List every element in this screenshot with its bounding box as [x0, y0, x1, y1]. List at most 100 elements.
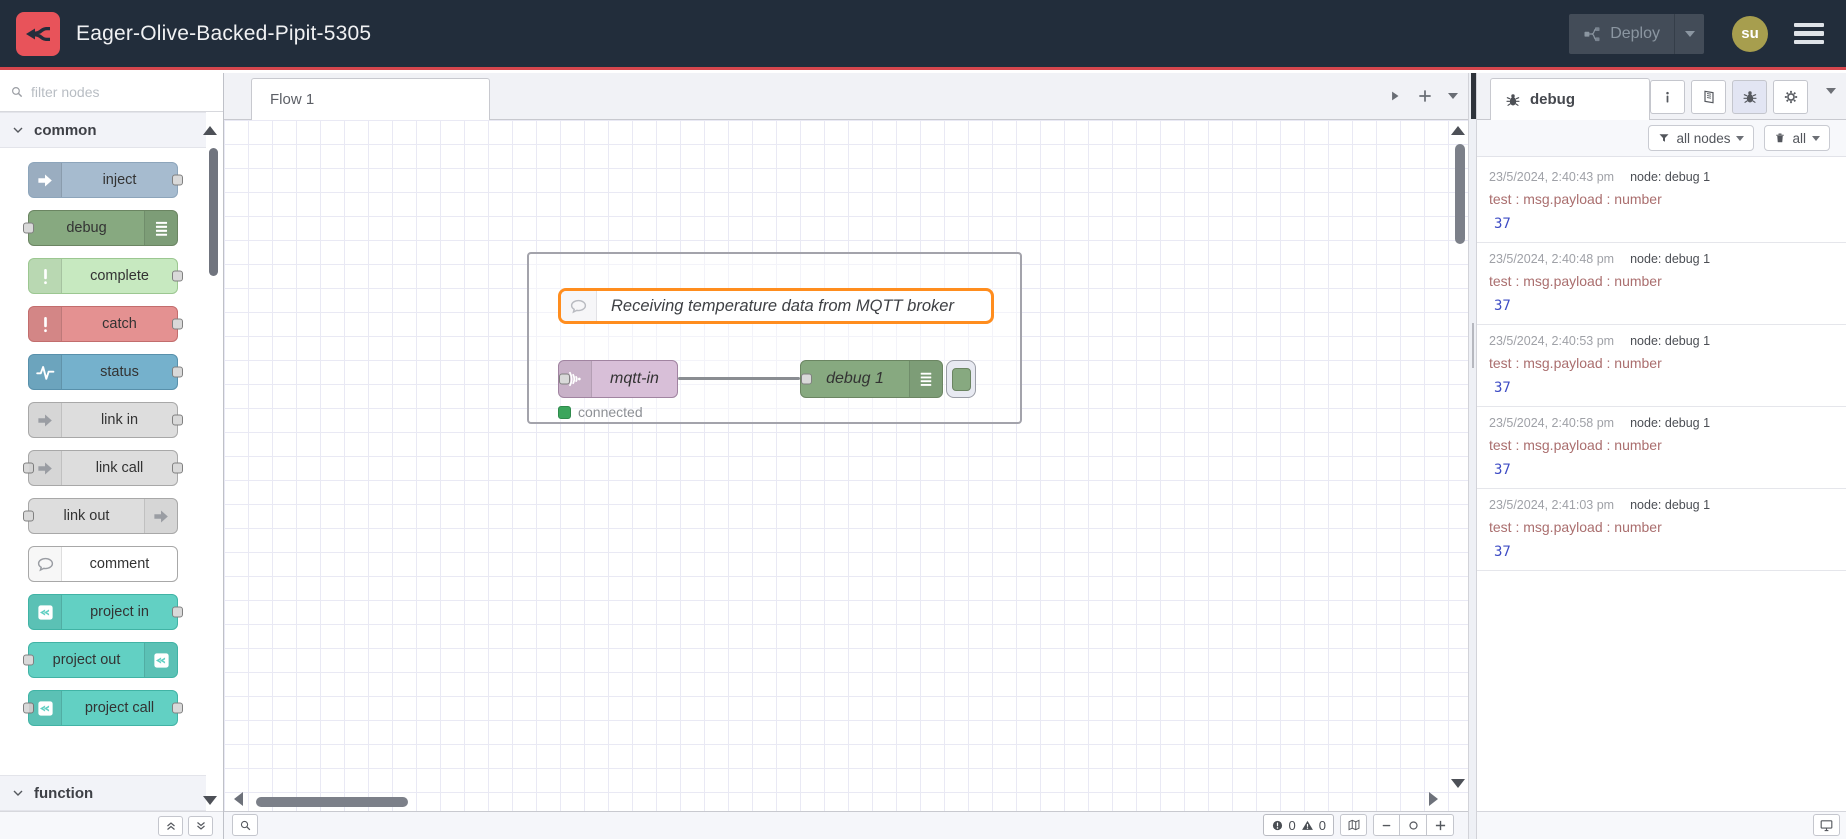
- debug-enable-toggle[interactable]: [946, 360, 976, 398]
- message-timestamp: 23/5/2024, 2:40:58 pm: [1489, 416, 1615, 430]
- palette-node[interactable]: link out: [23, 498, 178, 534]
- expand-all-icon: [195, 820, 207, 832]
- issue-counts[interactable]: 0 0: [1262, 814, 1334, 836]
- mqtt-node-label: mqtt-in: [610, 370, 659, 387]
- message-value: 37: [1494, 298, 1511, 314]
- sidebar-menu-button[interactable]: [1826, 88, 1836, 112]
- message-value: 37: [1494, 544, 1511, 560]
- user-avatar[interactable]: su: [1732, 15, 1768, 52]
- palette-node[interactable]: catch: [28, 306, 183, 342]
- palette-node-label: project out: [52, 652, 121, 668]
- canvas-scroll-left-arrow[interactable]: [234, 792, 243, 806]
- debug-message-list: 23/5/2024, 2:40:43 pm node: debug 1 test…: [1477, 157, 1846, 811]
- palette-node-label: link call: [95, 460, 144, 476]
- palette-node[interactable]: project in: [28, 594, 183, 630]
- navigator-button[interactable]: [1340, 814, 1367, 836]
- canvas-footer: 0 0: [224, 811, 1468, 839]
- palette-node[interactable]: project call: [23, 690, 183, 726]
- node-port[interactable]: [172, 462, 183, 474]
- debug-node[interactable]: debug 1: [800, 360, 943, 398]
- search-flows-button[interactable]: [232, 814, 258, 836]
- deploy-options-button[interactable]: [1674, 13, 1704, 54]
- zoom-out-button[interactable]: [1373, 814, 1400, 836]
- node-status: connected: [558, 404, 643, 420]
- tab-flow-1[interactable]: Flow 1: [251, 78, 490, 120]
- palette-footer: [0, 811, 223, 839]
- splitter-grip[interactable]: [1472, 323, 1474, 368]
- canvas-vertical-scrollbar-thumb[interactable]: [1455, 144, 1465, 244]
- clear-messages-dropdown[interactable]: all: [1764, 125, 1830, 151]
- palette-scrollbar-thumb[interactable]: [209, 148, 218, 276]
- palette-node[interactable]: comment: [28, 546, 178, 582]
- debug-message: 23/5/2024, 2:40:48 pm node: debug 1 test…: [1477, 243, 1846, 325]
- minus-icon: [1380, 819, 1393, 832]
- palette-node[interactable]: project out: [23, 642, 178, 678]
- canvas-horizontal-scrollbar-thumb[interactable]: [256, 797, 408, 807]
- node-port[interactable]: [172, 606, 183, 618]
- filter-dropdown-label: all nodes: [1676, 130, 1731, 146]
- palette-node-label: catch: [102, 316, 137, 332]
- message-timestamp: 23/5/2024, 2:41:03 pm: [1489, 498, 1615, 512]
- gear-icon: [1783, 89, 1799, 105]
- chevron-down-icon: [12, 787, 24, 799]
- search-icon: [10, 85, 24, 99]
- palette-scroll-down-arrow[interactable]: [203, 796, 217, 805]
- node-port[interactable]: [172, 270, 183, 282]
- flow-tab-label: Flow 1: [270, 91, 315, 108]
- palette-node[interactable]: link in: [28, 402, 183, 438]
- message-source-node: node: debug 1: [1630, 170, 1711, 184]
- node-port[interactable]: [172, 414, 183, 426]
- flow-group[interactable]: Receiving temperature data from MQTT bro…: [527, 252, 1022, 424]
- filter-nodes-input[interactable]: [31, 84, 213, 100]
- palette-node[interactable]: link call: [23, 450, 183, 486]
- palette-node-label: link in: [100, 412, 139, 428]
- canvas-scroll-up-arrow[interactable]: [1451, 126, 1465, 135]
- deploy-button[interactable]: Deploy: [1569, 13, 1704, 54]
- help-tab-button[interactable]: [1691, 80, 1726, 114]
- node-port[interactable]: [172, 366, 183, 378]
- palette-node[interactable]: debug: [23, 210, 178, 246]
- category-label: function: [34, 784, 94, 802]
- debug-tab-button[interactable]: [1732, 80, 1767, 114]
- output-port[interactable]: [559, 373, 570, 385]
- node-port[interactable]: [172, 318, 183, 330]
- node-port[interactable]: [172, 174, 183, 186]
- collapse-all-button[interactable]: [158, 815, 183, 836]
- zoom-in-button[interactable]: [1427, 814, 1454, 836]
- debug-message: 23/5/2024, 2:40:53 pm node: debug 1 test…: [1477, 325, 1846, 407]
- magnifier-icon: [239, 819, 252, 832]
- main-menu-button[interactable]: [1794, 22, 1824, 45]
- palette-node-label: status: [100, 364, 139, 380]
- expand-all-button[interactable]: [188, 815, 213, 836]
- filter-nodes-dropdown[interactable]: all nodes: [1648, 125, 1755, 151]
- canvas-scroll-down-arrow[interactable]: [1451, 779, 1465, 788]
- config-tab-button[interactable]: [1773, 80, 1808, 114]
- info-tab-button[interactable]: [1650, 80, 1685, 114]
- palette-node-label: project call: [84, 700, 155, 716]
- mqtt-in-node[interactable]: mqtt-in: [558, 360, 678, 398]
- palette-scroll-up-arrow[interactable]: [203, 126, 217, 135]
- add-flow-button[interactable]: [1417, 88, 1433, 104]
- status-text: connected: [578, 404, 643, 420]
- canvas-scroll-right-arrow[interactable]: [1429, 792, 1438, 806]
- flow-canvas[interactable]: Receiving temperature data from MQTT bro…: [224, 120, 1468, 811]
- comment-bubble-icon: [569, 297, 588, 316]
- sidebar-splitter[interactable]: [1468, 73, 1477, 839]
- wire[interactable]: [678, 377, 800, 380]
- palette-node[interactable]: status: [28, 354, 183, 390]
- category-label: common: [34, 121, 97, 139]
- palette-node-list: inject debug complete catch status link …: [0, 148, 206, 726]
- palette-category-common[interactable]: common: [0, 112, 206, 148]
- tab-scroll-right-button[interactable]: [1388, 89, 1402, 103]
- palette-category-function[interactable]: function: [0, 775, 206, 811]
- open-in-window-button[interactable]: [1813, 814, 1840, 836]
- tab-debug[interactable]: debug: [1490, 78, 1650, 120]
- palette-node-label: inject: [102, 172, 137, 188]
- flow-editor: Flow 1 Receiving temperature data from M…: [224, 73, 1468, 839]
- palette-node[interactable]: complete: [28, 258, 183, 294]
- node-port[interactable]: [172, 702, 183, 714]
- zoom-reset-button[interactable]: [1400, 814, 1427, 836]
- palette-node[interactable]: inject: [28, 162, 183, 198]
- flow-list-button[interactable]: [1448, 93, 1458, 99]
- comment-node[interactable]: Receiving temperature data from MQTT bro…: [558, 288, 994, 324]
